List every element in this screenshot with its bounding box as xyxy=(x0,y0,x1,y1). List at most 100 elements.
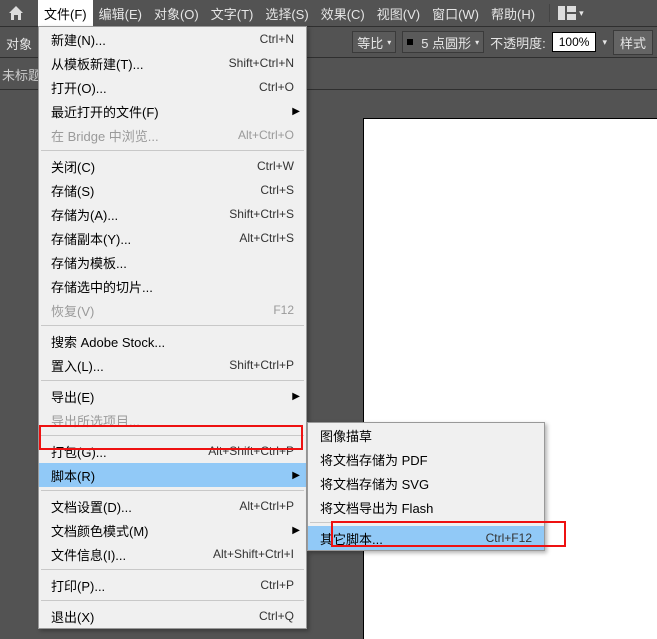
menu-item-label: 打开(O)... xyxy=(51,78,259,97)
menu-item-label: 置入(L)... xyxy=(51,356,229,375)
menu-item-shortcut: Ctrl+W xyxy=(257,159,294,173)
menu-文件[interactable]: 文件(F) xyxy=(38,0,93,27)
file-menu-item-3[interactable]: 最近打开的文件(F)▶ xyxy=(39,99,306,123)
menu-item-label: 搜索 Adobe Stock... xyxy=(51,332,294,351)
file-menu-item-11[interactable]: 存储选中的切片... xyxy=(39,274,306,298)
menu-item-label: 从模板新建(T)... xyxy=(51,54,229,73)
menu-item-label: 存储选中的切片... xyxy=(51,277,294,296)
file-menu-item-21[interactable]: 脚本(R)▶ xyxy=(39,463,306,487)
menu-item-label: 存储为(A)... xyxy=(51,205,229,224)
menu-选择[interactable]: 选择(S) xyxy=(259,0,314,27)
menu-item-label: 在 Bridge 中浏览... xyxy=(51,126,238,145)
menu-视图[interactable]: 视图(V) xyxy=(371,0,426,27)
menu-item-shortcut: Alt+Ctrl+P xyxy=(239,499,294,513)
menu-item-shortcut: Ctrl+N xyxy=(260,32,294,46)
file-menu-item-6[interactable]: 关闭(C)Ctrl+W xyxy=(39,154,306,178)
menu-帮助[interactable]: 帮助(H) xyxy=(485,0,541,27)
artboard[interactable] xyxy=(364,119,657,639)
menu-item-shortcut: Ctrl+O xyxy=(259,80,294,94)
submenu-arrow-icon: ▶ xyxy=(292,525,300,536)
home-icon[interactable] xyxy=(6,3,26,23)
menu-item-label: 关闭(C) xyxy=(51,157,257,176)
script-menu-item-5[interactable]: 其它脚本...Ctrl+F12 xyxy=(308,526,544,550)
script-submenu: 图像描草将文档存储为 PDF 将文档存储为 SVG 将文档导出为 Flash 其它脚本… xyxy=(307,422,545,551)
menubar: 文件(F)编辑(E)对象(O)文字(T)选择(S)效果(C)视图(V)窗口(W)… xyxy=(0,0,657,26)
menu-item-shortcut: Ctrl+F12 xyxy=(486,531,532,545)
file-menu-item-10[interactable]: 存储为模板... xyxy=(39,250,306,274)
menu-item-label: 文档颜色模式(M) xyxy=(51,521,294,540)
menu-item-shortcut: Ctrl+Q xyxy=(259,609,294,623)
file-menu-item-2[interactable]: 打开(O)...Ctrl+O xyxy=(39,75,306,99)
script-menu-item-2[interactable]: 将文档存储为 SVG xyxy=(308,471,544,495)
file-menu-item-18: 导出所选项目... xyxy=(39,408,306,432)
doc-prefix: 未标题 xyxy=(2,65,41,84)
file-menu-item-14[interactable]: 搜索 Adobe Stock... xyxy=(39,329,306,353)
submenu-arrow-icon: ▶ xyxy=(292,106,300,117)
opacity-label: 不透明度: xyxy=(490,33,546,52)
menubar-separator xyxy=(549,4,550,22)
submenu-arrow-icon: ▶ xyxy=(292,391,300,402)
stroke-profile-combo[interactable]: 5 点圆形▾ xyxy=(402,31,484,53)
script-menu-item-3[interactable]: 将文档导出为 Flash xyxy=(308,495,544,519)
file-menu-item-20[interactable]: 打包(G)...Alt+Shift+Ctrl+P xyxy=(39,439,306,463)
menu-对象[interactable]: 对象(O) xyxy=(148,0,205,27)
no-selection-label: 对象 xyxy=(6,34,32,53)
menu-item-label: 导出所选项目... xyxy=(51,411,294,430)
menu-item-label: 存储副本(Y)... xyxy=(51,229,239,248)
menu-item-label: 文档设置(D)... xyxy=(51,497,239,516)
menu-item-label: 其它脚本... xyxy=(320,529,486,548)
menu-item-label: 新建(N)... xyxy=(51,30,260,49)
menu-item-shortcut: Alt+Ctrl+S xyxy=(239,231,294,245)
workspace-switcher[interactable]: ▾ xyxy=(558,6,584,20)
file-menu-item-0[interactable]: 新建(N)...Ctrl+N xyxy=(39,27,306,51)
style-button[interactable]: 样式 xyxy=(613,30,653,55)
file-menu-item-15[interactable]: 置入(L)...Shift+Ctrl+P xyxy=(39,353,306,377)
menu-item-label: 恢复(V) xyxy=(51,301,273,320)
menu-编辑[interactable]: 编辑(E) xyxy=(93,0,148,27)
menu-item-label: 脚本(R) xyxy=(51,466,294,485)
scale-mode-combo[interactable]: 等比▾ xyxy=(352,31,396,53)
file-menu-item-9[interactable]: 存储副本(Y)...Alt+Ctrl+S xyxy=(39,226,306,250)
menu-item-label: 退出(X) xyxy=(51,607,259,626)
script-menu-item-0[interactable]: 图像描草 xyxy=(308,423,544,447)
menu-item-label: 打印(P)... xyxy=(51,576,260,595)
file-menu-item-27[interactable]: 打印(P)...Ctrl+P xyxy=(39,573,306,597)
file-menu-item-25[interactable]: 文件信息(I)...Alt+Shift+Ctrl+I xyxy=(39,542,306,566)
bullet-icon xyxy=(407,39,413,45)
file-menu: 新建(N)...Ctrl+N从模板新建(T)...Shift+Ctrl+N打开(… xyxy=(38,26,307,629)
script-menu-item-1[interactable]: 将文档存储为 PDF xyxy=(308,447,544,471)
menu-item-label: 最近打开的文件(F) xyxy=(51,102,294,121)
menu-item-label: 将文档导出为 Flash xyxy=(320,498,532,517)
menu-item-label: 导出(E) xyxy=(51,387,294,406)
menu-item-shortcut: Alt+Shift+Ctrl+P xyxy=(208,444,294,458)
file-menu-item-24[interactable]: 文档颜色模式(M)▶ xyxy=(39,518,306,542)
menu-item-label: 存储(S) xyxy=(51,181,260,200)
menu-item-shortcut: Ctrl+P xyxy=(260,578,294,592)
file-menu-item-1[interactable]: 从模板新建(T)...Shift+Ctrl+N xyxy=(39,51,306,75)
menu-item-shortcut: Shift+Ctrl+N xyxy=(229,56,294,70)
file-menu-item-8[interactable]: 存储为(A)...Shift+Ctrl+S xyxy=(39,202,306,226)
menu-item-label: 存储为模板... xyxy=(51,253,294,272)
menu-item-label: 将文档存储为 PDF xyxy=(320,450,532,469)
menu-item-label: 文件信息(I)... xyxy=(51,545,213,564)
menu-文字[interactable]: 文字(T) xyxy=(205,0,260,27)
menu-item-label: 图像描草 xyxy=(320,426,532,445)
menu-item-shortcut: Alt+Ctrl+O xyxy=(238,128,294,142)
file-menu-item-7[interactable]: 存储(S)Ctrl+S xyxy=(39,178,306,202)
menu-item-shortcut: F12 xyxy=(273,303,294,317)
menu-item-shortcut: Shift+Ctrl+S xyxy=(229,207,294,221)
menu-item-shortcut: Ctrl+S xyxy=(260,183,294,197)
opacity-input[interactable]: 100% xyxy=(552,32,597,52)
menu-窗口[interactable]: 窗口(W) xyxy=(426,0,485,27)
menu-item-label: 将文档存储为 SVG xyxy=(320,474,532,493)
file-menu-item-23[interactable]: 文档设置(D)...Alt+Ctrl+P xyxy=(39,494,306,518)
file-menu-item-17[interactable]: 导出(E)▶ xyxy=(39,384,306,408)
menu-item-shortcut: Shift+Ctrl+P xyxy=(229,358,294,372)
menu-效果[interactable]: 效果(C) xyxy=(315,0,371,27)
file-menu-item-29[interactable]: 退出(X)Ctrl+Q xyxy=(39,604,306,628)
menu-item-label: 打包(G)... xyxy=(51,442,208,461)
file-menu-item-12: 恢复(V)F12 xyxy=(39,298,306,322)
submenu-arrow-icon: ▶ xyxy=(292,470,300,481)
file-menu-item-4: 在 Bridge 中浏览...Alt+Ctrl+O xyxy=(39,123,306,147)
menu-item-shortcut: Alt+Shift+Ctrl+I xyxy=(213,547,294,561)
